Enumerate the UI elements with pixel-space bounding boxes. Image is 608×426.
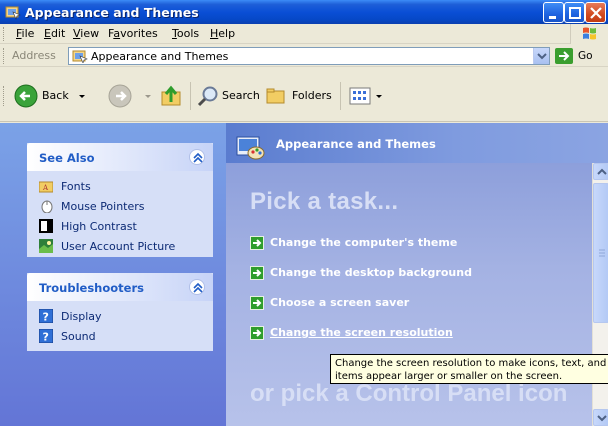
windows-flag-icon xyxy=(583,27,596,40)
appearance-folder-icon xyxy=(72,50,88,63)
troubleshooters-header[interactable]: Troubleshooters xyxy=(27,273,213,301)
chevron-down-icon xyxy=(145,95,151,98)
help-icon: ? xyxy=(39,329,53,343)
title-bar[interactable]: Appearance and Themes xyxy=(0,0,608,24)
address-bar: Address Appearance and Themes Go xyxy=(0,45,608,67)
appearance-themes-icon xyxy=(236,136,265,160)
scroll-down-button[interactable] xyxy=(593,409,608,426)
address-dropdown-button[interactable] xyxy=(533,48,549,64)
toolbar-separator xyxy=(190,82,191,110)
folder-fonts-icon: A xyxy=(39,181,53,193)
see-also-panel: See Also A Fonts Mouse Pointers High Con… xyxy=(27,143,213,257)
views-button[interactable] xyxy=(348,84,384,108)
see-also-item-mouse-pointers[interactable]: Mouse Pointers xyxy=(39,197,213,217)
menu-help[interactable]: Help xyxy=(210,27,235,40)
grip-icon xyxy=(599,249,605,257)
task-area: Pick a task... Change the computer's the… xyxy=(226,163,592,426)
svg-text:?: ? xyxy=(43,331,49,344)
explorer-window: Appearance and Themes File Edit View Fav… xyxy=(0,0,608,426)
address-value: Appearance and Themes xyxy=(91,50,229,63)
chevron-down-icon xyxy=(597,415,607,422)
back-label: Back xyxy=(42,89,69,102)
windows-logo xyxy=(570,24,608,44)
troubleshooters-panel: Troubleshooters ? Display ? Sound xyxy=(27,273,213,351)
search-icon xyxy=(197,86,218,107)
close-icon xyxy=(590,7,602,19)
address-label: Address xyxy=(12,49,56,62)
window-title: Appearance and Themes xyxy=(25,5,199,20)
mouse-pointer-icon xyxy=(41,200,53,213)
back-button[interactable]: Back xyxy=(14,84,94,108)
see-also-item-high-contrast[interactable]: High Contrast xyxy=(39,217,213,237)
menu-tools[interactable]: Tools xyxy=(172,27,199,40)
chevron-down-icon xyxy=(79,95,85,98)
troubleshooters-title: Troubleshooters xyxy=(39,281,144,295)
high-contrast-icon xyxy=(39,219,53,233)
green-arrow-icon xyxy=(250,236,264,250)
close-button[interactable] xyxy=(585,2,606,23)
chevron-up-icon xyxy=(597,168,607,175)
help-icon: ? xyxy=(39,309,53,323)
forward-arrow-icon xyxy=(108,84,132,108)
control-panel-icon-heading: or pick a Control Panel icon xyxy=(250,380,568,407)
appearance-folder-icon xyxy=(5,6,21,20)
go-arrow-icon xyxy=(559,51,570,61)
tooltip-line-2: items appear larger or smaller on the sc… xyxy=(335,371,563,382)
double-chevron-up-icon xyxy=(193,282,203,293)
go-label[interactable]: Go xyxy=(578,50,593,62)
menu-bar: File Edit View Favorites Tools Help xyxy=(0,24,608,44)
collapse-button[interactable] xyxy=(189,279,205,295)
folders-icon xyxy=(266,88,285,104)
pick-a-task-heading: Pick a task... xyxy=(250,188,399,215)
collapse-button[interactable] xyxy=(189,149,205,165)
back-arrow-icon xyxy=(14,84,38,108)
minimize-icon xyxy=(549,16,556,19)
up-button[interactable] xyxy=(160,84,184,108)
menu-file[interactable]: File xyxy=(16,27,34,40)
menu-favorites[interactable]: Favorites xyxy=(108,27,158,40)
minimize-button[interactable] xyxy=(543,2,564,23)
user-picture-icon xyxy=(39,239,53,253)
folders-label: Folders xyxy=(292,89,332,102)
category-title: Appearance and Themes xyxy=(276,137,436,151)
forward-button[interactable] xyxy=(108,84,154,108)
green-arrow-icon xyxy=(250,326,264,340)
address-input[interactable]: Appearance and Themes xyxy=(68,47,550,65)
tooltip-line-1: Change the screen resolution to make ico… xyxy=(335,358,608,369)
toolbar-separator xyxy=(340,82,341,110)
see-also-item-user-account-picture[interactable]: User Account Picture xyxy=(39,237,213,257)
menu-view[interactable]: View xyxy=(73,27,99,40)
menu-edit[interactable]: Edit xyxy=(44,27,65,40)
vertical-scrollbar[interactable] xyxy=(592,163,608,426)
troubleshooter-item-display[interactable]: ? Display xyxy=(39,307,213,327)
toolbar-grip[interactable] xyxy=(3,86,6,106)
double-chevron-up-icon xyxy=(193,152,203,163)
see-also-header[interactable]: See Also xyxy=(27,143,213,171)
green-arrow-icon xyxy=(250,296,264,310)
task-pane: See Also A Fonts Mouse Pointers High Con… xyxy=(0,123,226,426)
standard-toolbar: Back Search Folders xyxy=(0,68,608,122)
scroll-thumb[interactable] xyxy=(593,183,608,323)
go-button[interactable] xyxy=(555,48,573,64)
category-header: Appearance and Themes xyxy=(226,123,608,163)
maximize-button[interactable] xyxy=(564,2,585,23)
see-also-title: See Also xyxy=(39,151,95,165)
svg-text:?: ? xyxy=(43,311,49,324)
folders-button[interactable]: Folders xyxy=(264,84,336,108)
views-icon xyxy=(349,87,371,105)
see-also-item-fonts[interactable]: A Fonts xyxy=(39,177,213,197)
maximize-icon xyxy=(569,7,581,19)
addressbar-grip[interactable] xyxy=(3,48,6,64)
folder-up-icon xyxy=(161,85,181,106)
menubar-grip[interactable] xyxy=(3,27,6,41)
svg-text:A: A xyxy=(42,184,49,192)
chevron-down-icon xyxy=(537,53,547,60)
scroll-up-button[interactable] xyxy=(593,163,608,180)
search-label: Search xyxy=(222,89,260,102)
tooltip: Change the screen resolution to make ico… xyxy=(330,354,608,384)
search-button[interactable]: Search xyxy=(196,84,260,108)
troubleshooter-item-sound[interactable]: ? Sound xyxy=(39,327,213,347)
chevron-down-icon xyxy=(376,95,382,98)
green-arrow-icon xyxy=(250,266,264,280)
